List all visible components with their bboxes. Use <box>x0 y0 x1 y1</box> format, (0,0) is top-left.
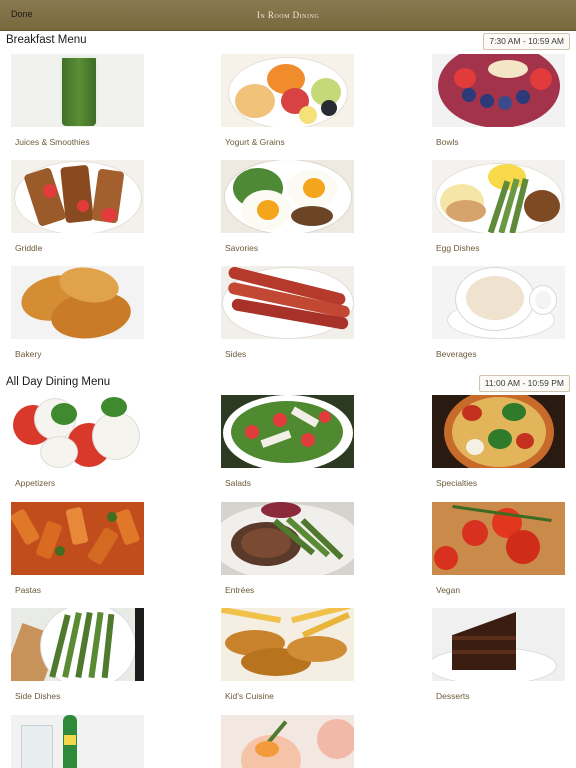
menu-tile-salads[interactable]: Salads <box>221 395 355 488</box>
savories-image <box>221 160 354 233</box>
page-title: In Room Dining <box>256 10 320 20</box>
tile-label: Juices & Smoothies <box>15 137 90 147</box>
tile-label: Griddle <box>15 243 43 253</box>
menu-tile-specialties[interactable]: Specialties <box>432 395 566 488</box>
tile-label: Sides <box>225 349 247 359</box>
tile-label: Beverages <box>436 349 477 359</box>
egg-dishes-image <box>432 160 565 233</box>
bowls-image <box>432 54 565 127</box>
menu-tile-cocktails[interactable] <box>221 715 355 768</box>
tile-label: Savories <box>225 243 259 253</box>
beverages-image <box>432 266 565 339</box>
breakfast-menu-title: Breakfast Menu <box>6 34 87 46</box>
menu-tile-pastas[interactable]: Pastas <box>11 502 145 595</box>
menu-tile-appetizers[interactable]: Appetizers <box>11 395 145 488</box>
entrees-image <box>221 502 354 575</box>
menu-tile-desserts[interactable]: Desserts <box>432 608 566 701</box>
top-bar: Done In Room Dining <box>0 0 576 31</box>
pastas-image <box>11 502 144 575</box>
menu-tile-side-dishes[interactable]: Side Dishes <box>11 608 145 701</box>
tile-label: Bowls <box>436 137 459 147</box>
sides-image <box>221 266 354 339</box>
menu-tile-savories[interactable]: Savories <box>221 160 355 253</box>
tile-label: Appetizers <box>15 478 56 488</box>
yogurt-grains-image <box>221 54 354 127</box>
desserts-image <box>432 608 565 681</box>
menu-tile-bakery[interactable]: Bakery <box>11 266 145 359</box>
menu-tile-yogurt-grains[interactable]: Yogurt & Grains <box>221 54 355 147</box>
tile-label: Kid's Cuisine <box>225 691 274 701</box>
breakfast-hours-badge: 7:30 AM - 10:59 AM <box>483 33 570 50</box>
menu-tile-juices[interactable]: Juices & Smoothies <box>11 54 145 147</box>
menu-tile-egg-dishes[interactable]: Egg Dishes <box>432 160 566 253</box>
tile-label: Specialties <box>436 478 478 488</box>
salads-image <box>221 395 354 468</box>
kids-cuisine-image <box>221 608 354 681</box>
menu-tile-drinks[interactable] <box>11 715 145 768</box>
appetizers-image <box>11 395 144 468</box>
tile-label: Desserts <box>436 691 470 701</box>
side-dishes-image <box>11 608 144 681</box>
all-day-menu-title: All Day Dining Menu <box>6 376 111 388</box>
all-day-hours-badge: 11:00 AM - 10:59 PM <box>478 375 570 392</box>
drinks-image <box>11 715 144 768</box>
vegan-image <box>432 502 565 575</box>
menu-tile-bowls[interactable]: Bowls <box>432 54 566 147</box>
tile-label: Bakery <box>15 349 42 359</box>
specialties-image <box>432 395 565 468</box>
cocktails-image <box>221 715 354 768</box>
tile-label: Egg Dishes <box>436 243 480 253</box>
griddle-image <box>11 160 144 233</box>
menu-tile-sides[interactable]: Sides <box>221 266 355 359</box>
tile-label: Side Dishes <box>15 691 61 701</box>
menu-tile-griddle[interactable]: Griddle <box>11 160 145 253</box>
tile-label: Entrées <box>225 585 255 595</box>
tile-label: Salads <box>225 478 251 488</box>
menu-tile-entrees[interactable]: Entrées <box>221 502 355 595</box>
menu-tile-beverages[interactable]: Beverages <box>432 266 566 359</box>
tile-label: Vegan <box>436 585 461 595</box>
menu-tile-kids-cuisine[interactable]: Kid's Cuisine <box>221 608 355 701</box>
menu-tile-vegan[interactable]: Vegan <box>432 502 566 595</box>
tile-label: Pastas <box>15 585 41 595</box>
juices-image <box>11 54 144 127</box>
bakery-image <box>11 266 144 339</box>
tile-label: Yogurt & Grains <box>225 137 285 147</box>
